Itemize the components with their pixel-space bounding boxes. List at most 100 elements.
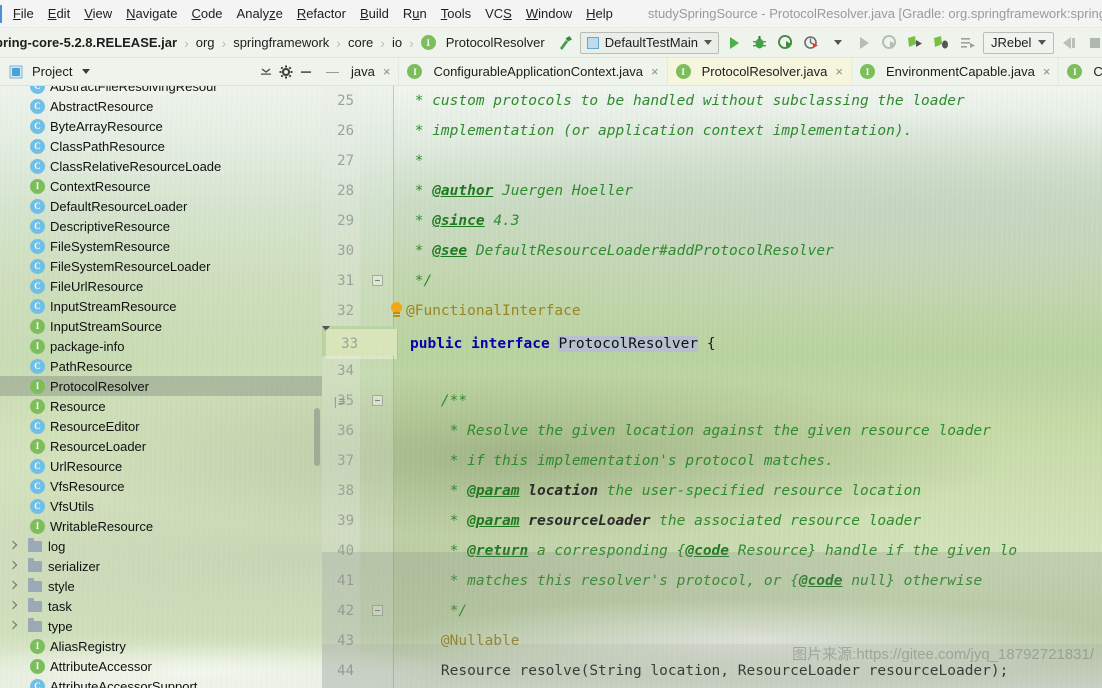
tree-item-filesystemresource[interactable]: C FileSystemResource (0, 236, 322, 256)
jrebel-selector[interactable]: JRebel (982, 31, 1055, 54)
code-line-29[interactable]: 29 * @since 4.3 (322, 206, 1102, 236)
code-text[interactable]: * @see DefaultResourceLoader#addProtocol… (394, 243, 834, 259)
breadcrumb-item-0[interactable]: pring-core-5.2.8.RELEASE.jar (0, 35, 180, 50)
code-text[interactable]: * @param resourceLoader the associated r… (394, 513, 921, 529)
editor-tabs[interactable]: — java × I ConfigurableApplicationContext.j… (322, 58, 1102, 86)
breadcrumb-item-4[interactable]: io (389, 35, 405, 50)
gutter-markers[interactable] (360, 236, 394, 266)
tree-item-log[interactable]: log (0, 536, 322, 556)
editor-tab-java[interactable]: java × (343, 58, 400, 85)
collapse-all-icon[interactable] (256, 62, 276, 82)
tree-item-inputstreamresource[interactable]: C InputStreamResource (0, 296, 322, 316)
gutter-markers[interactable] (360, 506, 394, 536)
tree-item-type[interactable]: type (0, 616, 322, 636)
editor-tab-configurableapplicationcontext-java[interactable]: I ConfigurableApplicationContext.java × (399, 58, 668, 85)
code-text[interactable]: * Resolve the given location against the… (394, 423, 991, 439)
editor-tab-list[interactable]: java × I ConfigurableApplicationContext.jav… (343, 58, 1102, 85)
jrebel-debug-icon[interactable] (931, 32, 953, 54)
tree-item-vfsutils[interactable]: C VfsUtils (0, 496, 322, 516)
tree-item-package-info[interactable]: Ipackage-info (0, 336, 322, 356)
menu-item-run[interactable]: Run (396, 3, 434, 25)
gear-icon[interactable] (276, 62, 296, 82)
debug-icon[interactable] (749, 32, 771, 54)
tree-item-urlresource[interactable]: C UrlResource (0, 456, 322, 476)
gutter-markers[interactable] (360, 176, 394, 206)
menu-item-help[interactable]: Help (579, 3, 620, 25)
project-tree[interactable]: C AbstractFileResolvingResour C AbstractRes… (0, 86, 322, 688)
run-configuration-selector[interactable]: DefaultTestMain (579, 31, 719, 54)
gutter-markers[interactable] (360, 446, 394, 476)
chevron-down-icon[interactable] (76, 62, 96, 82)
breadcrumb-item-3[interactable]: core (345, 35, 376, 50)
chevron-right-icon[interactable] (8, 601, 19, 612)
profiler-dropdown-icon[interactable] (827, 32, 849, 54)
code-text[interactable]: * custom protocols to be handled without… (394, 93, 965, 109)
chevron-right-icon[interactable] (8, 541, 19, 552)
intention-bulb-icon[interactable] (390, 302, 403, 318)
tree-item-defaultresourceloader[interactable]: C DefaultResourceLoader (0, 196, 322, 216)
menu-item-code[interactable]: Code (184, 3, 229, 25)
code-line-36[interactable]: 36 * Resolve the given location against … (322, 416, 1102, 446)
code-line-37[interactable]: 37 * if this implementation's protocol m… (322, 446, 1102, 476)
code-line-30[interactable]: 30 * @see DefaultResourceLoader#addProto… (322, 236, 1102, 266)
menu-item-analyze[interactable]: Analyze (230, 3, 290, 25)
tree-item-resource[interactable]: I Resource (0, 396, 322, 416)
code-line-39[interactable]: 39 * @param resourceLoader the associate… (322, 506, 1102, 536)
gutter-markers[interactable] (360, 266, 394, 296)
menu-item-vcs[interactable]: VCS (478, 3, 519, 25)
gutter-markers[interactable] (364, 328, 398, 359)
profiler-icon[interactable] (801, 32, 823, 54)
tree-item-attributeaccessor[interactable]: I AttributeAccessor (0, 656, 322, 676)
menu-item-build[interactable]: Build (353, 3, 396, 25)
close-icon[interactable]: × (1043, 64, 1051, 79)
code-text[interactable]: */ (394, 273, 432, 289)
tree-item-pathresource[interactable]: C PathResource (0, 356, 322, 376)
menu-item-tools[interactable]: Tools (434, 3, 478, 25)
code-text[interactable]: * if this implementation's protocol matc… (394, 453, 834, 469)
tree-item-protocolresolver[interactable]: I ProtocolResolver (0, 376, 322, 396)
editor-tab-protocolresolver-java[interactable]: I ProtocolResolver.java × (667, 58, 852, 85)
tree-item-classrelativeresourceloade[interactable]: C ClassRelativeResourceLoade (0, 156, 322, 176)
code-line-33[interactable]: 33 public interface ProtocolResolver { (322, 326, 716, 359)
code-text[interactable]: * @since 4.3 (394, 213, 520, 229)
chevron-right-icon[interactable] (8, 581, 19, 592)
tree-item-descriptiveresource[interactable]: C DescriptiveResource (0, 216, 322, 236)
menu-item-edit[interactable]: Edit (41, 3, 77, 25)
close-icon[interactable]: × (835, 64, 843, 79)
project-tree-scrollbar[interactable] (314, 408, 320, 466)
gutter-markers[interactable] (360, 206, 394, 236)
gutter-markers[interactable]: |≡ (332, 386, 394, 416)
menu-item-file[interactable]: File (6, 3, 41, 25)
code-line-38[interactable]: 38 * @param location the user-specified … (322, 476, 1102, 506)
code-text[interactable]: * (394, 153, 424, 169)
build-hammer-icon[interactable] (554, 32, 576, 54)
run-icon[interactable] (723, 32, 745, 54)
gutter-markers[interactable] (360, 296, 402, 326)
tree-item-filesystemresourceloader[interactable]: C FileSystemResourceLoader (0, 256, 322, 276)
tree-item-classpathresource[interactable]: C ClassPathResource (0, 136, 322, 156)
editor-tab-closeable-java[interactable]: I Closeable.java (1059, 58, 1102, 85)
chevron-right-icon[interactable] (8, 561, 19, 572)
menu-item-navigate[interactable]: Navigate (119, 3, 184, 25)
tree-item-style[interactable]: style (0, 576, 322, 596)
hide-panel-icon[interactable] (296, 62, 316, 82)
code-text[interactable]: * @author Juergen Hoeller (394, 183, 633, 199)
code-text[interactable]: /** (394, 393, 467, 409)
tree-item-aliasregistry[interactable]: I AliasRegistry (0, 636, 322, 656)
code-line-25[interactable]: 25 * custom protocols to be handled with… (322, 86, 1102, 116)
project-tree-panel[interactable]: C AbstractFileResolvingResour C AbstractRes… (0, 86, 322, 688)
breadcrumb[interactable]: pring-core-5.2.8.RELEASE.jar › org › springf… (0, 28, 548, 58)
code-line-31[interactable]: 31 */ (322, 266, 1102, 296)
run-coverage-icon[interactable] (775, 32, 797, 54)
tree-item-inputstreamsource[interactable]: I InputStreamSource (0, 316, 322, 336)
tree-item-attributeaccessorsupport[interactable]: C AttributeAccessorSupport (0, 676, 322, 688)
code-line-26[interactable]: 26 * implementation (or application cont… (322, 116, 1102, 146)
breadcrumb-item-5[interactable]: I ProtocolResolver (418, 35, 548, 50)
tree-item-abstractresource[interactable]: C AbstractResource (0, 96, 322, 116)
tree-item-bytearrayresource[interactable]: C ByteArrayResource (0, 116, 322, 136)
close-icon[interactable]: × (383, 64, 391, 79)
code-text[interactable]: public interface ProtocolResolver { (398, 335, 716, 352)
code-line-35[interactable]: 35 |≡ /** (322, 386, 1102, 416)
code-line-34[interactable]: 34 (322, 356, 1102, 386)
menu-item-view[interactable]: View (77, 3, 119, 25)
